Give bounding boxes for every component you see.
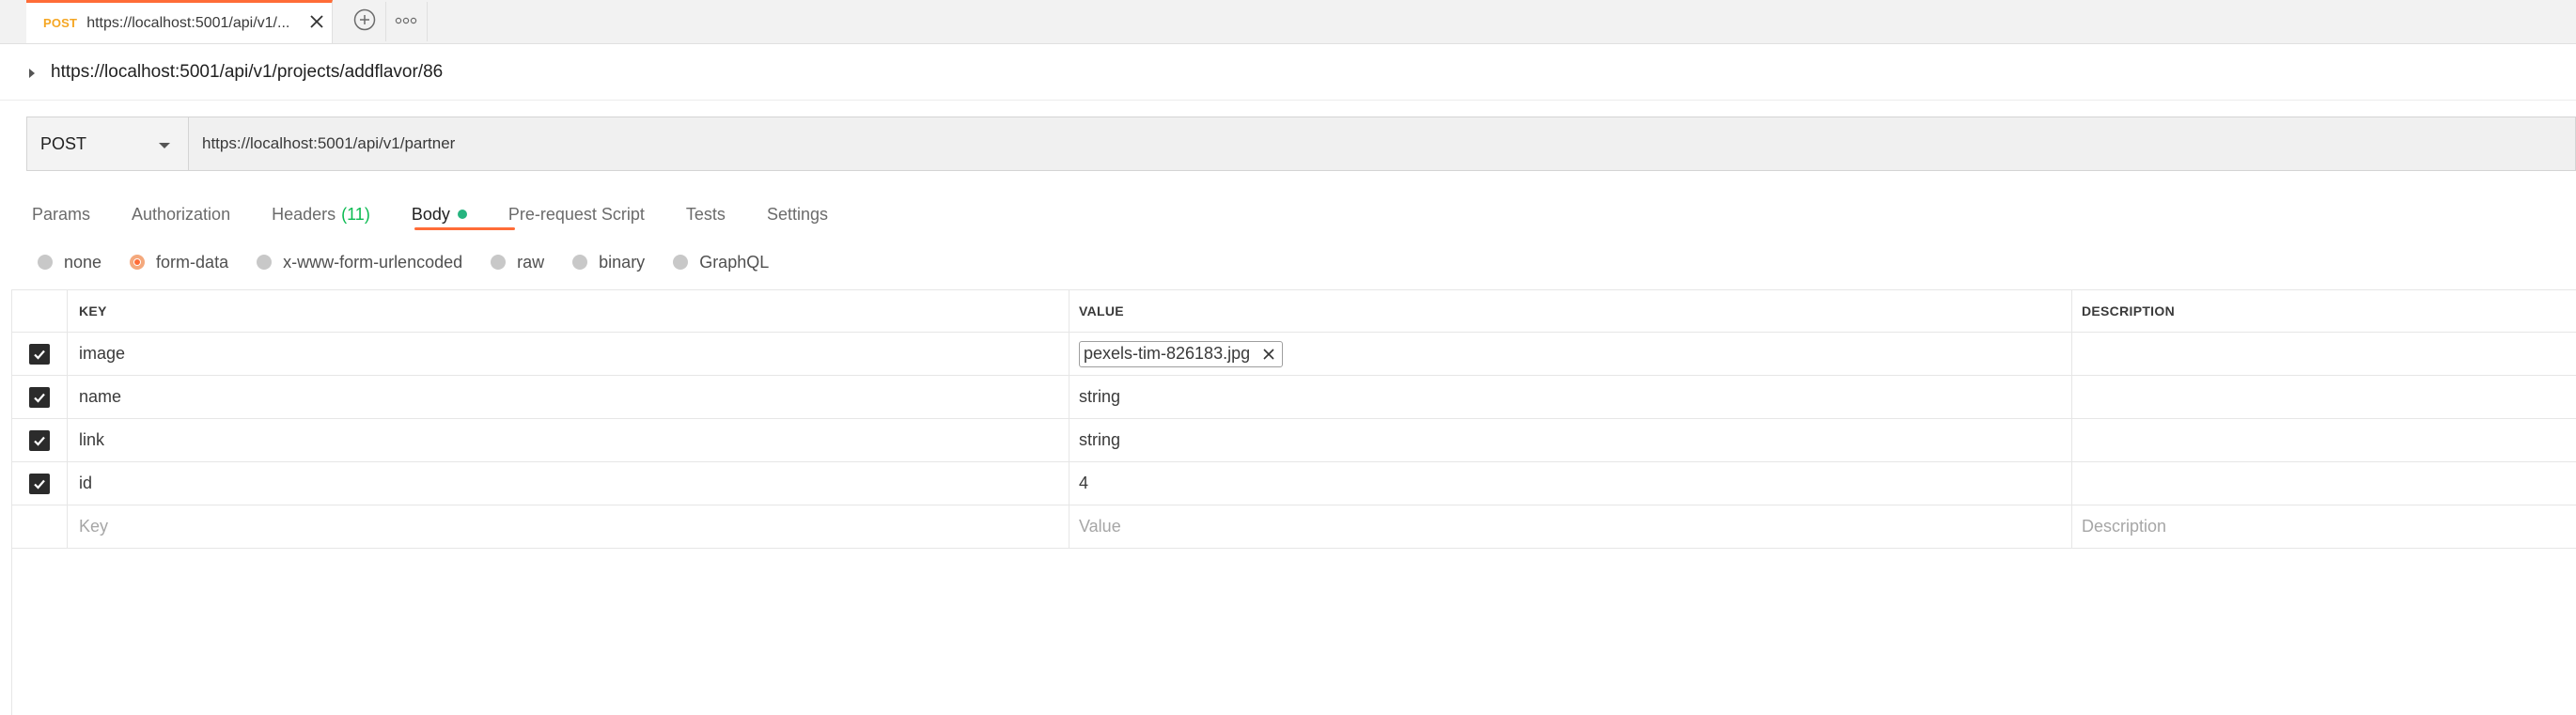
- radio-label: x-www-form-urlencoded: [283, 252, 463, 272]
- new-tab-button[interactable]: [344, 2, 386, 41]
- radio-raw[interactable]: raw: [491, 253, 544, 272]
- description-cell[interactable]: [2072, 419, 2576, 461]
- url-bar: POST https://localhost:5001/api/v1/partn…: [26, 117, 2576, 171]
- header-description: DESCRIPTION: [2082, 303, 2175, 319]
- tab-method-label: POST: [43, 16, 78, 30]
- description-cell[interactable]: [2072, 462, 2576, 505]
- tab-label: Headers: [272, 204, 336, 224]
- radio-none[interactable]: none: [38, 253, 101, 272]
- description-cell[interactable]: [2072, 333, 2576, 375]
- more-tabs-button[interactable]: [385, 2, 428, 41]
- header-value: VALUE: [1069, 290, 2072, 332]
- plus-circle-icon: [352, 8, 377, 37]
- check-icon: [33, 350, 45, 360]
- radio-circle: [673, 255, 689, 270]
- tab-tests[interactable]: Tests: [686, 205, 726, 225]
- row-check-cell: [11, 376, 68, 418]
- table-row-new: Key Value Description: [11, 505, 2576, 549]
- radio-label: GraphQL: [699, 252, 770, 272]
- radio-form-data[interactable]: form-data: [130, 253, 228, 272]
- tab-body[interactable]: Body: [412, 205, 467, 225]
- body-type-radios: none form-data x-www-form-urlencoded raw…: [38, 248, 797, 276]
- tab-label: Authorization: [132, 204, 231, 224]
- row-check-cell: [11, 419, 68, 461]
- row-checkbox[interactable]: [28, 429, 50, 451]
- radio-circle: [572, 255, 588, 270]
- tab-authorization[interactable]: Authorization: [132, 205, 230, 225]
- value-cell[interactable]: string: [1069, 419, 2072, 461]
- method-select[interactable]: POST: [27, 117, 189, 170]
- tab-params[interactable]: Params: [32, 205, 90, 225]
- headers-count: (11): [341, 204, 370, 224]
- header-check-cell: [11, 290, 68, 332]
- radio-circle: [130, 255, 146, 270]
- close-icon[interactable]: [1261, 347, 1276, 362]
- radio-label: form-data: [156, 252, 229, 272]
- divider: [0, 100, 2576, 101]
- tab-headers[interactable]: Headers (11): [272, 205, 370, 225]
- table-row: name string: [11, 376, 2576, 419]
- tab-label: Tests: [685, 204, 726, 224]
- active-tab-indicator: [414, 227, 515, 230]
- table-row: id 4: [11, 462, 2576, 505]
- radio-graphql[interactable]: GraphQL: [673, 253, 769, 272]
- value-input[interactable]: Value: [1069, 505, 2072, 548]
- request-tab[interactable]: POST https://localhost:5001/api/v1/...: [26, 0, 333, 43]
- row-checkbox[interactable]: [28, 343, 50, 365]
- row-check-cell: [11, 333, 68, 375]
- tab-label: Settings: [766, 204, 828, 224]
- tab-strip: POST https://localhost:5001/api/v1/...: [0, 0, 2576, 44]
- check-icon: [33, 393, 45, 403]
- tab-label: Pre-request Script: [507, 204, 645, 224]
- tab-label: Params: [32, 204, 91, 224]
- tab-settings[interactable]: Settings: [767, 205, 828, 225]
- method-select-value: POST: [40, 133, 87, 153]
- file-chip: pexels-tim-826183.jpg: [1079, 340, 1284, 367]
- breadcrumb: https://localhost:5001/api/v1/projects/a…: [26, 56, 443, 88]
- ellipsis-icon: [395, 13, 417, 30]
- radio-x-www-form-urlencoded[interactable]: x-www-form-urlencoded: [257, 253, 462, 272]
- url-input[interactable]: https://localhost:5001/api/v1/partner: [189, 117, 2575, 170]
- caret-right-icon[interactable]: [26, 67, 38, 78]
- radio-circle: [38, 255, 53, 270]
- radio-label: raw: [517, 252, 545, 272]
- key-cell[interactable]: name: [68, 376, 1069, 418]
- value-cell[interactable]: 4: [1069, 462, 2072, 505]
- close-icon[interactable]: [307, 12, 326, 31]
- radio-circle: [491, 255, 507, 270]
- radio-binary[interactable]: binary: [572, 253, 645, 272]
- radio-label: none: [64, 252, 102, 272]
- description-input[interactable]: Description: [2072, 505, 2576, 548]
- row-check-cell: [11, 462, 68, 505]
- tab-label: Body: [411, 204, 450, 224]
- row-checkbox[interactable]: [28, 386, 50, 408]
- value-cell[interactable]: string: [1069, 376, 2072, 418]
- check-icon: [33, 479, 45, 490]
- key-input[interactable]: Key: [68, 505, 1069, 548]
- key-cell[interactable]: image: [68, 333, 1069, 375]
- tab-title: https://localhost:5001/api/v1/...: [86, 14, 290, 31]
- key-cell[interactable]: id: [68, 462, 1069, 505]
- radio-label: binary: [599, 252, 646, 272]
- status-dot-icon: [457, 210, 467, 219]
- tab-pre-request-script[interactable]: Pre-request Script: [508, 205, 645, 225]
- check-icon: [33, 436, 45, 446]
- key-cell[interactable]: link: [68, 419, 1069, 461]
- table-header-row: KEY VALUE DESCRIPTION: [11, 290, 2576, 333]
- file-name: pexels-tim-826183.jpg: [1084, 344, 1251, 363]
- request-name[interactable]: https://localhost:5001/api/v1/projects/a…: [51, 62, 443, 83]
- radio-circle: [257, 255, 273, 270]
- value-cell[interactable]: pexels-tim-826183.jpg: [1069, 333, 2072, 375]
- table-row: link string: [11, 419, 2576, 462]
- table-row: image pexels-tim-826183.jpg: [11, 333, 2576, 376]
- chevron-down-icon: [158, 134, 171, 154]
- description-cell[interactable]: [2072, 376, 2576, 418]
- header-key: KEY: [68, 290, 1069, 332]
- row-check-cell: [11, 505, 68, 548]
- form-data-table: KEY VALUE DESCRIPTION image pexels-tim-8…: [11, 289, 2576, 549]
- row-checkbox[interactable]: [28, 473, 50, 494]
